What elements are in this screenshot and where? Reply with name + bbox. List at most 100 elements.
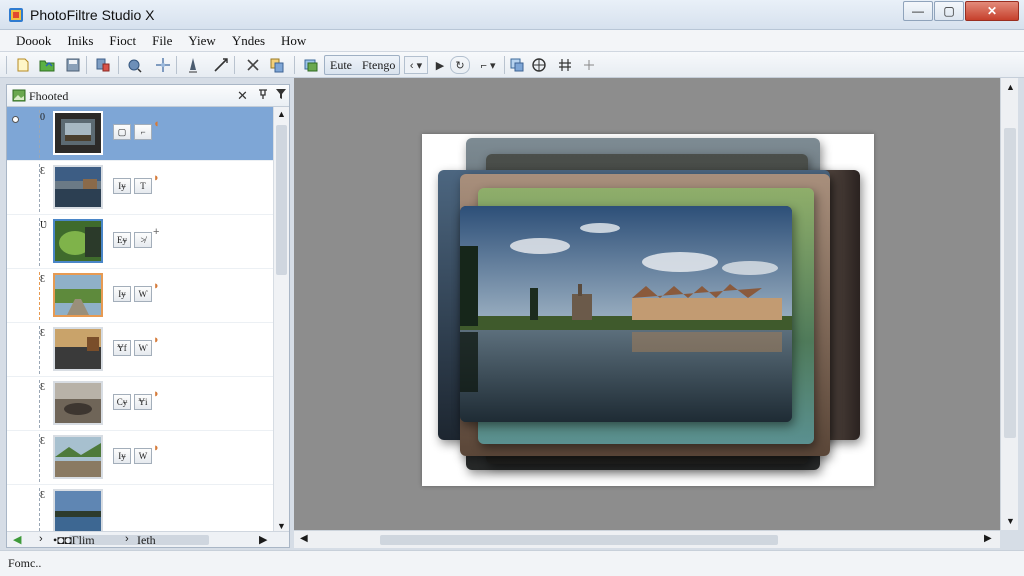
scroll-down-icon[interactable]: ▼ xyxy=(277,521,286,531)
mode-ftengo-button[interactable]: Ftengo xyxy=(357,58,400,73)
canvas-workspace[interactable] xyxy=(294,78,1000,530)
copy-icon[interactable] xyxy=(268,56,286,74)
row-option-button[interactable]: Ɏi xyxy=(134,394,152,410)
menu-item-yiew[interactable]: Yiew xyxy=(180,33,223,49)
scroll-left-icon[interactable]: ◀ xyxy=(300,533,308,544)
app-logo-icon xyxy=(9,8,23,22)
panel-close-icon[interactable]: ✕ xyxy=(237,88,248,104)
sparkle-icon[interactable] xyxy=(580,56,598,74)
status-bar: Fomc.. xyxy=(0,550,1024,576)
open-folder-icon[interactable] xyxy=(38,56,56,74)
panel-filter-icon[interactable] xyxy=(275,88,287,103)
row-option-button[interactable]: W xyxy=(134,448,152,464)
thumbnail-row[interactable]: Ɛ xyxy=(7,485,273,535)
maximize-button[interactable]: ▢ xyxy=(934,1,964,21)
nav-first-icon[interactable]: ◀ xyxy=(13,533,21,546)
thumbnail-image[interactable] xyxy=(53,111,103,155)
menu-item-iniks[interactable]: Iniks xyxy=(59,33,101,49)
move-icon[interactable] xyxy=(154,56,172,74)
main-photo[interactable] xyxy=(460,206,792,422)
thumbnail-row[interactable]: 0 ▢ ⌐ ◖ xyxy=(7,107,273,161)
toolbar-separator xyxy=(234,56,235,74)
upload-icon[interactable] xyxy=(126,56,144,74)
layers-icon[interactable] xyxy=(302,56,320,74)
thumbnail-row[interactable]: Ɛ Ɏf Ⱳ ◗ xyxy=(7,323,273,377)
play-icon[interactable]: ▶ xyxy=(432,56,448,74)
thumbnail-image[interactable] xyxy=(53,381,103,425)
mode-toggle-group[interactable]: Eute Ftengo xyxy=(324,55,400,75)
scroll-thumb[interactable] xyxy=(276,125,287,275)
scroll-down-icon[interactable]: ▼ xyxy=(1006,516,1015,526)
row-index: Ɛ xyxy=(40,328,46,339)
row-marker-icon: ◗ xyxy=(153,334,160,346)
loop-icon[interactable]: ↻ xyxy=(450,56,470,74)
thumbnail-row[interactable]: Ɛ Cɏ Ɏi ◗ xyxy=(7,377,273,431)
scroll-thumb[interactable] xyxy=(380,535,778,545)
nav-back-dropdown[interactable]: ‹ ▾ xyxy=(404,56,428,74)
row-option-button[interactable]: Ⱳ xyxy=(134,340,152,356)
scroll-right-icon[interactable]: ▶ xyxy=(984,533,992,544)
thumbnail-image[interactable] xyxy=(53,165,103,209)
toolbar-separator xyxy=(294,56,295,74)
nav-prev-icon[interactable]: › xyxy=(39,533,43,545)
minimize-button[interactable]: — xyxy=(903,1,933,21)
menu-item-file[interactable]: File xyxy=(144,33,180,49)
row-option-button[interactable]: Ɏf xyxy=(113,340,131,356)
thumbnail-row[interactable]: Ʋ Eɏ ≯ + xyxy=(7,215,273,269)
row-option-button[interactable]: Iɏ xyxy=(113,178,131,194)
menu-item-fioct[interactable]: Fioct xyxy=(101,33,144,49)
row-index: Ɛ xyxy=(40,166,46,177)
thumbnail-image[interactable] xyxy=(53,273,103,317)
nav-label-right: Ieth xyxy=(137,533,156,547)
row-option-button[interactable]: ▢ xyxy=(113,124,131,140)
panel-pin-icon[interactable] xyxy=(257,88,269,103)
workspace-vertical-scrollbar[interactable]: ▲ ▼ xyxy=(1000,78,1018,530)
panel-vertical-scrollbar[interactable]: ▲ ▼ xyxy=(273,107,289,535)
line-tool-icon[interactable] xyxy=(212,56,230,74)
row-option-button[interactable]: Ⱳ xyxy=(134,286,152,302)
thumbnail-image[interactable] xyxy=(53,489,103,533)
globe-icon[interactable] xyxy=(530,56,548,74)
scroll-up-icon[interactable]: ▲ xyxy=(277,109,286,119)
row-option-button[interactable]: Eɏ xyxy=(113,232,131,248)
thumbnail-image[interactable] xyxy=(53,219,103,263)
save-icon[interactable] xyxy=(64,56,82,74)
row-option-button[interactable]: Iɏ xyxy=(113,448,131,464)
row-radio[interactable] xyxy=(12,116,19,123)
panel-navigation-bar: ◀ › •◘◘Гlim › Ieth ▶ xyxy=(7,531,289,547)
menu-bar: Doook Iniks Fioct File Yiew Yndes How xyxy=(0,30,1024,52)
window-title: PhotoFiltre Studio X xyxy=(30,7,155,23)
canvas-sheet[interactable] xyxy=(422,134,874,486)
grid-icon[interactable] xyxy=(556,56,574,74)
nav-next-icon[interactable]: › xyxy=(125,533,129,545)
menu-item-doook[interactable]: Doook xyxy=(8,33,59,49)
panel-header: Fhooted ✕ xyxy=(7,85,289,107)
row-option-button[interactable]: ≯ xyxy=(134,232,152,248)
row-option-button[interactable]: Iɏ xyxy=(113,286,131,302)
duplicate-icon[interactable] xyxy=(508,56,526,74)
mode-eute-button[interactable]: Eute xyxy=(325,58,357,73)
thumbnail-row[interactable]: Ɛ Iɏ W ◗ xyxy=(7,431,273,485)
row-option-button[interactable]: ⌐ xyxy=(134,124,152,140)
new-document-icon[interactable] xyxy=(14,56,32,74)
row-option-button[interactable]: Cɏ xyxy=(113,394,131,410)
scroll-up-icon[interactable]: ▲ xyxy=(1006,82,1015,92)
scroll-thumb[interactable] xyxy=(1004,128,1016,438)
close-button[interactable]: ✕ xyxy=(965,1,1019,21)
workspace-horizontal-scrollbar[interactable]: ◀ ▶ xyxy=(294,530,1000,548)
thumbnail-row[interactable]: Ɛ Iɏ Ⱳ ◗ xyxy=(7,269,273,323)
cut-icon[interactable] xyxy=(244,56,262,74)
row-marker-icon: ◗ xyxy=(153,388,160,400)
pen-tool-icon[interactable] xyxy=(184,56,202,74)
nav-last-icon[interactable]: ▶ xyxy=(259,533,267,546)
corner-dropdown[interactable]: ⌐ ▾ xyxy=(476,56,500,74)
thumbnail-image[interactable] xyxy=(53,327,103,371)
import-icon[interactable] xyxy=(94,56,112,74)
menu-item-how[interactable]: How xyxy=(273,33,314,49)
panel-title: Fhooted xyxy=(29,89,69,103)
thumbnail-image[interactable] xyxy=(53,435,103,479)
thumbnail-row[interactable]: Ɛ Iɏ T ◗ xyxy=(7,161,273,215)
menu-item-yndes[interactable]: Yndes xyxy=(224,33,273,49)
row-marker-icon: ◗ xyxy=(153,442,160,454)
row-option-button[interactable]: T xyxy=(134,178,152,194)
